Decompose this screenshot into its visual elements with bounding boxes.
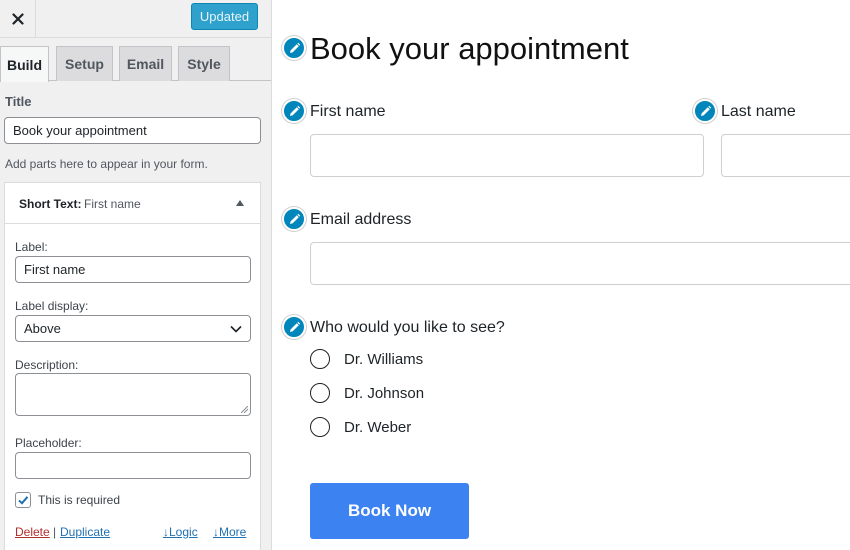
book-now-button[interactable]: Book Now xyxy=(310,483,469,539)
email-label: Email address xyxy=(310,211,412,228)
radio-button[interactable] xyxy=(310,417,330,437)
updated-button[interactable]: Updated xyxy=(191,3,258,30)
required-row: This is required xyxy=(15,492,120,508)
form-hint: Add parts here to appear in your form. xyxy=(5,157,208,171)
close-button[interactable] xyxy=(0,0,36,37)
last-name-label: Last name xyxy=(721,103,796,120)
panel-header: Updated xyxy=(0,0,271,38)
label-input[interactable] xyxy=(15,256,251,283)
required-checkbox[interactable] xyxy=(15,492,31,508)
title-label: Title xyxy=(5,94,32,109)
placeholder-label: Placeholder: xyxy=(15,436,82,450)
radio-label: Dr. Weber xyxy=(344,418,412,436)
radio-label: Dr. Johnson xyxy=(344,384,425,402)
description-label: Description: xyxy=(15,358,79,372)
tab-email[interactable]: Email xyxy=(119,46,172,81)
radio-option-williams[interactable]: Dr. Williams xyxy=(310,348,423,370)
radio-option-johnson[interactable]: Dr. Johnson xyxy=(310,382,424,404)
close-icon xyxy=(11,12,24,25)
required-label: This is required xyxy=(38,493,121,507)
label-display-label: Label display: xyxy=(15,299,89,313)
panel-tabs: Build Setup Email Style xyxy=(0,46,271,82)
tab-build[interactable]: Build xyxy=(0,46,49,82)
resize-grip-icon[interactable] xyxy=(241,406,248,413)
chevron-down-icon xyxy=(230,325,242,333)
triangle-up-icon[interactable] xyxy=(236,200,244,206)
field-name-label: First name xyxy=(84,197,141,211)
form-title: Book your appointment xyxy=(310,31,629,66)
radio-button[interactable] xyxy=(310,383,330,403)
more-link[interactable]: ↓More xyxy=(213,525,246,539)
edit-title-button[interactable] xyxy=(282,36,306,60)
radio-label: Dr. Williams xyxy=(344,350,424,368)
who-label: Who would you like to see? xyxy=(310,319,505,336)
radio-option-weber[interactable]: Dr. Weber xyxy=(310,416,411,438)
field-type-label: Short Text: xyxy=(19,197,82,211)
first-name-field[interactable] xyxy=(310,134,704,177)
link-separator: | xyxy=(53,525,57,539)
delete-link[interactable]: Delete xyxy=(15,525,50,539)
customizer-panel: Updated Build Setup Email Style Title Ad… xyxy=(0,0,272,550)
radio-button[interactable] xyxy=(310,349,330,369)
label-display-select[interactable]: Above xyxy=(15,315,251,342)
label-field-label: Label: xyxy=(15,240,48,254)
edit-last-name-button[interactable] xyxy=(693,99,717,123)
first-name-label: First name xyxy=(310,103,386,120)
edit-who-button[interactable] xyxy=(282,315,306,339)
logic-link[interactable]: ↓Logic xyxy=(163,525,198,539)
pencil-icon xyxy=(289,321,300,332)
form-preview: Book your appointment First name Last na… xyxy=(273,0,850,550)
pencil-icon xyxy=(289,105,300,116)
tab-setup[interactable]: Setup xyxy=(56,46,113,81)
edit-email-button[interactable] xyxy=(282,207,306,231)
field-card-header[interactable]: Short Text: First name xyxy=(5,183,260,224)
field-card-first-name: Short Text: First name Label: Label disp… xyxy=(4,182,261,550)
pencil-icon xyxy=(700,105,711,116)
pencil-icon xyxy=(289,42,300,53)
pencil-icon xyxy=(289,213,300,224)
email-field[interactable] xyxy=(310,242,850,285)
last-name-field[interactable] xyxy=(721,134,850,177)
checkmark-icon xyxy=(18,496,29,505)
label-display-value: Above xyxy=(24,321,61,336)
title-input[interactable] xyxy=(4,117,261,144)
description-textarea[interactable] xyxy=(15,373,251,416)
duplicate-link[interactable]: Duplicate xyxy=(60,525,110,539)
tab-style[interactable]: Style xyxy=(178,46,230,81)
placeholder-input[interactable] xyxy=(15,452,251,479)
edit-first-name-button[interactable] xyxy=(282,99,306,123)
